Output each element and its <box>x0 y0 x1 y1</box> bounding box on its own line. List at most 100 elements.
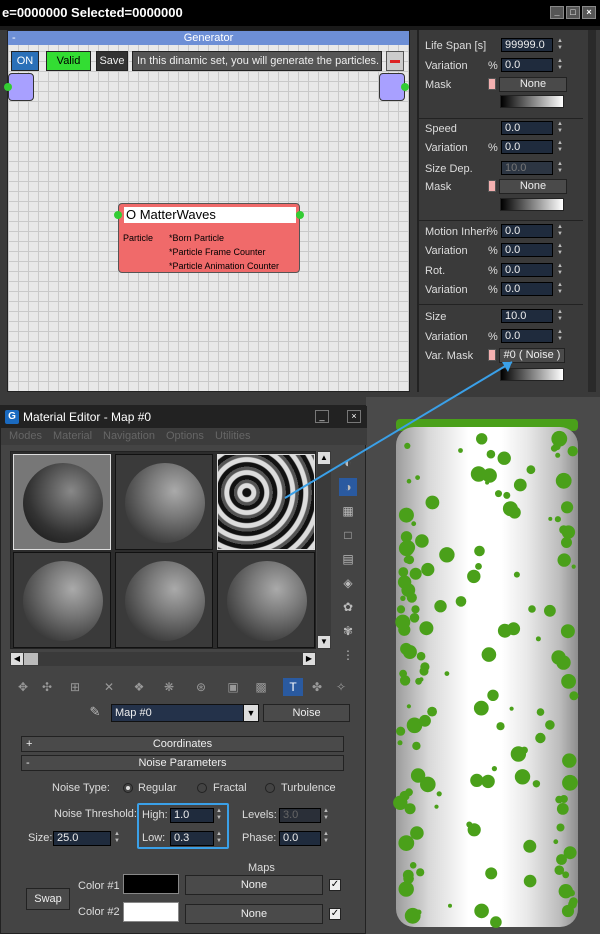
variation-spinner[interactable]: ▲ ▼ <box>556 282 564 296</box>
color1-swatch[interactable] <box>123 874 179 894</box>
close-button[interactable]: × <box>582 6 596 19</box>
assign-to-selection-icon[interactable]: ⊞ <box>65 678 85 696</box>
turbulence-radio[interactable] <box>265 783 275 793</box>
material-navigator-icon[interactable]: ⋮ <box>339 646 357 664</box>
close-button[interactable]: × <box>347 410 361 423</box>
coordinates-rollout[interactable]: + Coordinates <box>21 736 344 752</box>
noise-map-slot[interactable] <box>217 454 315 550</box>
noise-parameters-rollout[interactable]: - Noise Parameters <box>21 755 344 771</box>
menu-navigation[interactable]: Navigation <box>103 428 155 445</box>
sample-slot[interactable] <box>115 454 213 550</box>
sample-slot[interactable] <box>115 552 213 648</box>
output-port-connector[interactable] <box>401 83 409 91</box>
sample-slot[interactable] <box>217 552 315 648</box>
high-input[interactable]: 1.0 <box>170 808 214 823</box>
fractal-radio[interactable] <box>197 783 207 793</box>
variation-input[interactable]: 0.0 <box>501 140 553 154</box>
size-input[interactable]: 25.0 <box>53 831 111 846</box>
mask-map-button[interactable]: None <box>499 77 567 92</box>
slots-horizontal-scrollbar[interactable]: ◀ ▶ <box>10 652 316 666</box>
map-type-button[interactable]: Noise <box>263 704 350 722</box>
var-mask-color-swatch[interactable] <box>488 349 496 361</box>
pick-material-eyedropper-icon[interactable]: ✎ <box>85 704 105 722</box>
get-material-icon[interactable]: ✥ <box>13 678 33 696</box>
scroll-left-icon[interactable]: ◀ <box>11 653 23 665</box>
scroll-right-icon[interactable]: ▶ <box>303 653 315 665</box>
sample-slot[interactable] <box>13 552 111 648</box>
size-spinner[interactable]: ▲ ▼ <box>556 309 564 323</box>
options-icon[interactable]: ✿ <box>339 598 357 616</box>
map-name-field[interactable]: Map #0 <box>111 704 249 722</box>
size-input[interactable]: 10.0 <box>501 309 553 323</box>
scroll-down-icon[interactable]: ▼ <box>318 636 330 648</box>
regular-radio[interactable] <box>123 783 133 793</box>
minimize-button[interactable]: _ <box>550 6 564 19</box>
go-forward-to-sibling-icon[interactable]: ✧ <box>331 678 351 696</box>
save-button[interactable]: Save <box>96 51 128 71</box>
maximize-button[interactable]: □ <box>566 6 580 19</box>
put-to-scene-icon[interactable]: ✣ <box>37 678 57 696</box>
color2-swatch[interactable] <box>123 902 179 922</box>
low-spinner[interactable]: ▲ ▼ <box>215 831 223 846</box>
variation-spinner[interactable]: ▲ ▼ <box>556 243 564 257</box>
menu-modes[interactable]: Modes <box>9 428 42 445</box>
size-dep-spinner[interactable]: ▲ ▼ <box>556 161 564 175</box>
mask-map-button[interactable]: None <box>499 179 567 194</box>
life-span-spinner[interactable]: ▲ ▼ <box>556 38 564 52</box>
node-input-connector[interactable] <box>114 211 122 219</box>
variation-input[interactable]: 0.0 <box>501 243 553 257</box>
minimize-button[interactable]: _ <box>315 410 329 423</box>
remove-icon[interactable] <box>386 51 404 71</box>
menu-options[interactable]: Options <box>166 428 204 445</box>
mask-color-swatch[interactable] <box>488 180 496 192</box>
reset-map-icon[interactable]: ✕ <box>99 678 119 696</box>
video-color-check-icon[interactable]: ▤ <box>339 550 357 568</box>
sample-slot[interactable] <box>13 454 111 550</box>
variation-spinner[interactable]: ▲ ▼ <box>556 140 564 154</box>
motion-inherit-spinner[interactable]: ▲ ▼ <box>556 224 564 238</box>
mask-color-swatch[interactable] <box>488 78 496 90</box>
color2-map-checkbox[interactable]: ✓ <box>329 908 341 920</box>
phase-input[interactable]: 0.0 <box>279 831 321 846</box>
phase-spinner[interactable]: ▲ ▼ <box>322 831 330 846</box>
make-preview-icon[interactable]: ◈ <box>339 574 357 592</box>
put-to-library-icon[interactable]: ⊛ <box>191 678 211 696</box>
color2-map-button[interactable]: None <box>185 904 323 924</box>
color1-map-checkbox[interactable]: ✓ <box>329 879 341 891</box>
variation-input[interactable]: 0.0 <box>501 329 553 343</box>
variation-spinner[interactable]: ▲ ▼ <box>556 58 564 72</box>
3d-viewport[interactable] <box>366 397 600 934</box>
size-dep-input[interactable]: 10.0 <box>501 161 553 175</box>
levels-spinner[interactable]: ▲ ▼ <box>322 808 330 823</box>
material-id-channel-icon[interactable]: ▣ <box>223 678 243 696</box>
rotation-input[interactable]: 0.0 <box>501 263 553 277</box>
speed-spinner[interactable]: ▲ ▼ <box>556 121 564 135</box>
select-by-material-icon[interactable]: ✾ <box>339 622 357 640</box>
node-output-connector[interactable] <box>296 211 304 219</box>
color1-map-button[interactable]: None <box>185 875 323 895</box>
show-end-result-icon[interactable]: T <box>283 678 303 696</box>
input-port-connector[interactable] <box>4 83 12 91</box>
background-checker-icon[interactable]: ▦ <box>339 502 357 520</box>
go-to-parent-icon[interactable]: ✤ <box>307 678 327 696</box>
variation-input[interactable]: 0.0 <box>501 58 553 72</box>
high-spinner[interactable]: ▲ ▼ <box>215 808 223 823</box>
variation-input[interactable]: 0.0 <box>501 282 553 296</box>
swap-button[interactable]: Swap <box>26 888 70 910</box>
valid-button[interactable]: Valid <box>46 51 91 71</box>
rotation-spinner[interactable]: ▲ ▼ <box>556 263 564 277</box>
menu-utilities[interactable]: Utilities <box>215 428 250 445</box>
slots-vertical-scrollbar[interactable]: ▲ ▼ <box>317 451 331 649</box>
show-map-in-viewport-icon[interactable]: ▩ <box>251 678 271 696</box>
backlight-icon[interactable]: ◑ <box>339 478 357 496</box>
generator-graph-canvas[interactable]: - Generator ON Valid Save In this dinami… <box>4 30 410 392</box>
motion-inherit-input[interactable]: 0.0 <box>501 224 553 238</box>
levels-input[interactable]: 3.0 <box>279 808 321 823</box>
scroll-up-icon[interactable]: ▲ <box>318 452 330 464</box>
variation-spinner[interactable]: ▲ ▼ <box>556 329 564 343</box>
speed-input[interactable]: 0.0 <box>501 121 553 135</box>
size-spinner[interactable]: ▲ ▼ <box>113 831 121 846</box>
collapse-toggle[interactable]: - <box>12 31 16 45</box>
life-span-input[interactable]: 99999.0 <box>501 38 553 52</box>
menu-material[interactable]: Material <box>53 428 92 445</box>
